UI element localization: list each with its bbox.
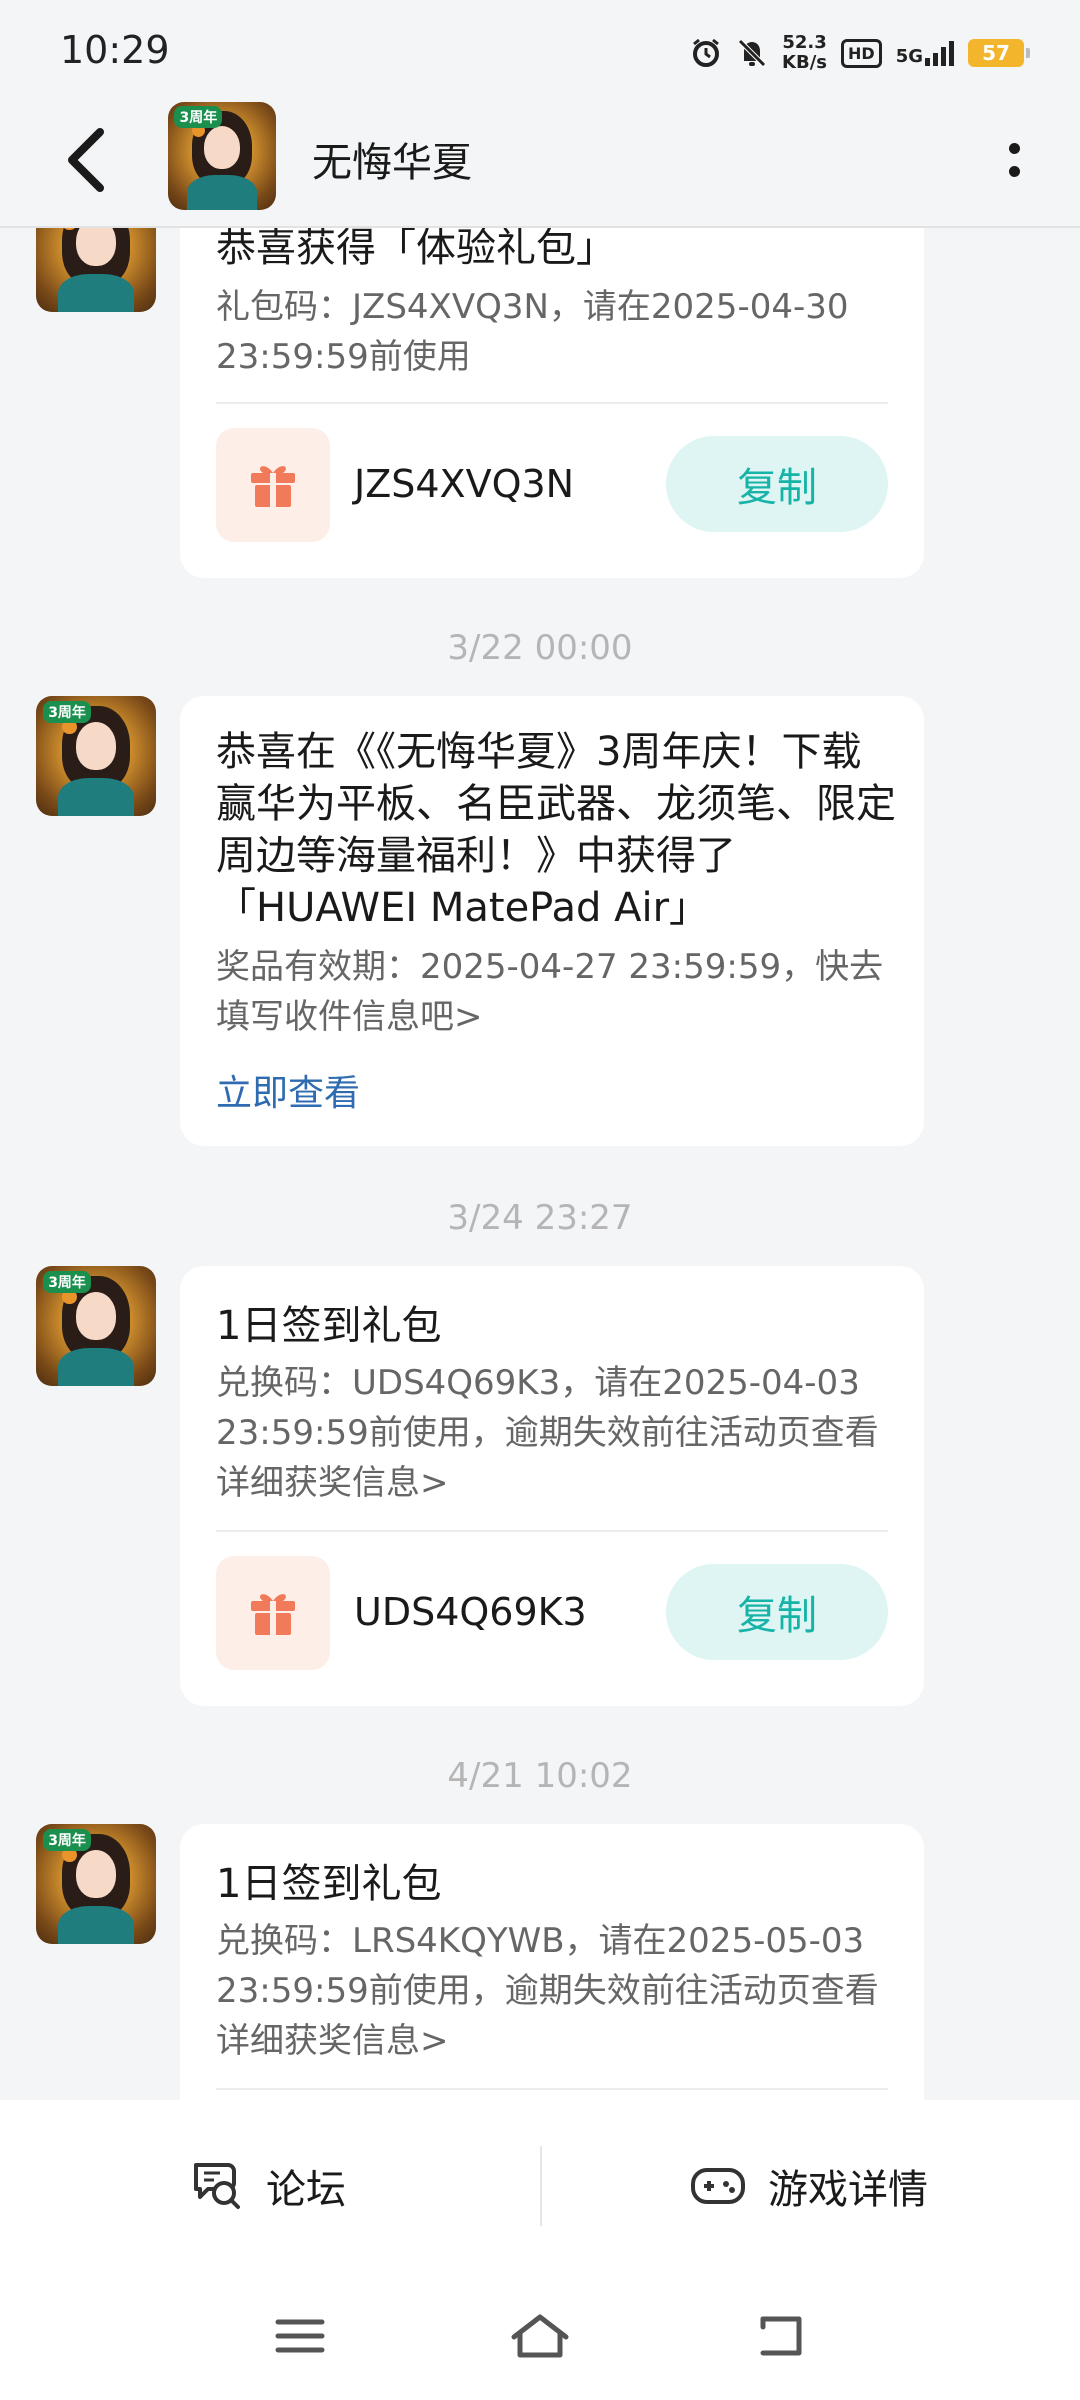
page-title: 无悔华夏 (312, 140, 472, 186)
sender-avatar[interactable]: 3周年 (36, 1266, 156, 1386)
gift-code: UDS4Q69K3 (354, 1590, 587, 1634)
avatar-robe (57, 1347, 135, 1386)
avatar-face (75, 722, 117, 771)
gamepad-icon (691, 2168, 745, 2204)
message-body[interactable]: 兑换码：UDS4Q69K3，请在2025-04-03 23:59:59前使用，逾… (216, 1358, 896, 1508)
alarm-icon (693, 38, 720, 67)
divider (216, 402, 888, 404)
timestamp: 4/21 10:02 (447, 1756, 633, 1796)
game-detail-label: 游戏详情 (768, 2167, 928, 2213)
battery-level: 57 (982, 41, 1010, 65)
separator (540, 2146, 542, 2226)
message-body: 礼包码：JZS4XVQ3N，请在2025-04-30 23:59:59前使用 (216, 287, 849, 377)
divider (216, 1530, 888, 1532)
forum-icon (194, 2163, 240, 2209)
anniversary-tag: 3周年 (43, 1828, 91, 1851)
mute-icon (738, 39, 766, 67)
avatar-face (75, 1850, 117, 1899)
gift-icon (216, 1556, 330, 1670)
status-bar: 10:29 52.3 KB/s HD 5G 57 (0, 0, 1080, 100)
network-type: 5G (895, 46, 923, 67)
copy-button[interactable]: 复制 (666, 1564, 888, 1660)
more-dot (1008, 143, 1020, 154)
back-button[interactable] (48, 120, 128, 200)
avatar-face (203, 125, 241, 169)
message-feed[interactable]: 恭喜获得「体验礼包」 礼包码：JZS4XVQ3N，请在2025-04-30 23… (0, 0, 1080, 2164)
sender-avatar[interactable]: 3周年 (36, 1824, 156, 1944)
timestamp: 3/24 23:27 (447, 1198, 633, 1238)
menu-icon (275, 2319, 325, 2353)
message-body[interactable]: 奖品有效期：2025-04-27 23:59:59，快去填写收件信息吧> (216, 942, 896, 1042)
net-speed-unit: KB/s (782, 52, 828, 73)
menu-nav-button[interactable] (260, 2296, 340, 2376)
message-card-1: 恭喜获得「体验礼包」 礼包码：JZS4XVQ3N，请在2025-04-30 23… (180, 170, 924, 578)
avatar-robe (57, 777, 135, 816)
home-icon (511, 2314, 569, 2358)
net-speed: 52.3 KB/s (782, 33, 827, 73)
back-arrow-icon (68, 128, 104, 192)
signal-bars (925, 40, 954, 66)
signal-icon: 5G (896, 40, 954, 66)
message-card-2[interactable]: 恭喜在《《无悔华夏》3周年庆！下载赢华为平板、名臣武器、龙须笔、限定周边等海量福… (180, 696, 924, 1146)
message-title: 恭喜获得「体验礼包」 (216, 225, 616, 271)
anniversary-tag: 3周年 (43, 1270, 91, 1293)
net-speed-value: 52.3 (782, 32, 827, 53)
avatar-robe (187, 175, 257, 210)
status-icons: 52.3 KB/s HD 5G 57 (690, 28, 1030, 78)
more-options-button[interactable] (984, 120, 1044, 200)
back-nav-button[interactable] (740, 2296, 820, 2376)
game-avatar[interactable]: 3周年 (168, 102, 276, 210)
hd-badge: HD (841, 38, 882, 68)
battery-icon: 57 (968, 39, 1030, 67)
message-title: 1日签到礼包 (216, 1861, 442, 1907)
bottom-action-bar: 论坛 游戏详情 (0, 2100, 1080, 2272)
gift-icon (216, 428, 330, 542)
forum-label: 论坛 (266, 2167, 346, 2213)
message-body[interactable]: 兑换码：LRS4KQYWB，请在2025-05-03 23:59:59前使用，逾… (216, 1916, 896, 2066)
status-time: 10:29 (60, 28, 170, 72)
avatar-face (75, 1292, 117, 1341)
system-navigation-bar (0, 2272, 1080, 2400)
timestamp: 3/22 00:00 (447, 628, 633, 668)
home-nav-button[interactable] (500, 2296, 580, 2376)
back-nav-icon (760, 2316, 802, 2356)
message-title: 1日签到礼包 (216, 1303, 442, 1349)
more-dot (1008, 166, 1020, 177)
gift-code: JZS4XVQ3N (354, 462, 575, 506)
avatar-robe (57, 273, 135, 312)
screen: 恭喜获得「体验礼包」 礼包码：JZS4XVQ3N，请在2025-04-30 23… (0, 0, 1080, 2400)
game-detail-button[interactable]: 游戏详情 (690, 2100, 928, 2272)
message-card-3: 1日签到礼包 兑换码：UDS4Q69K3，请在2025-04-03 23:59:… (180, 1266, 924, 1706)
message-title: 恭喜在《《无悔华夏》3周年庆！下载赢华为平板、名臣武器、龙须笔、限定周边等海量福… (216, 729, 896, 931)
forum-button[interactable]: 论坛 (190, 2100, 346, 2272)
anniversary-tag: 3周年 (174, 106, 223, 129)
divider (216, 2088, 888, 2090)
sender-avatar[interactable]: 3周年 (36, 696, 156, 816)
view-now-link[interactable]: 立即查看 (216, 1064, 360, 1116)
avatar-robe (57, 1905, 135, 1944)
anniversary-tag: 3周年 (43, 700, 91, 723)
copy-button[interactable]: 复制 (666, 436, 888, 532)
app-header: 3周年 无悔华夏 (0, 100, 1080, 228)
